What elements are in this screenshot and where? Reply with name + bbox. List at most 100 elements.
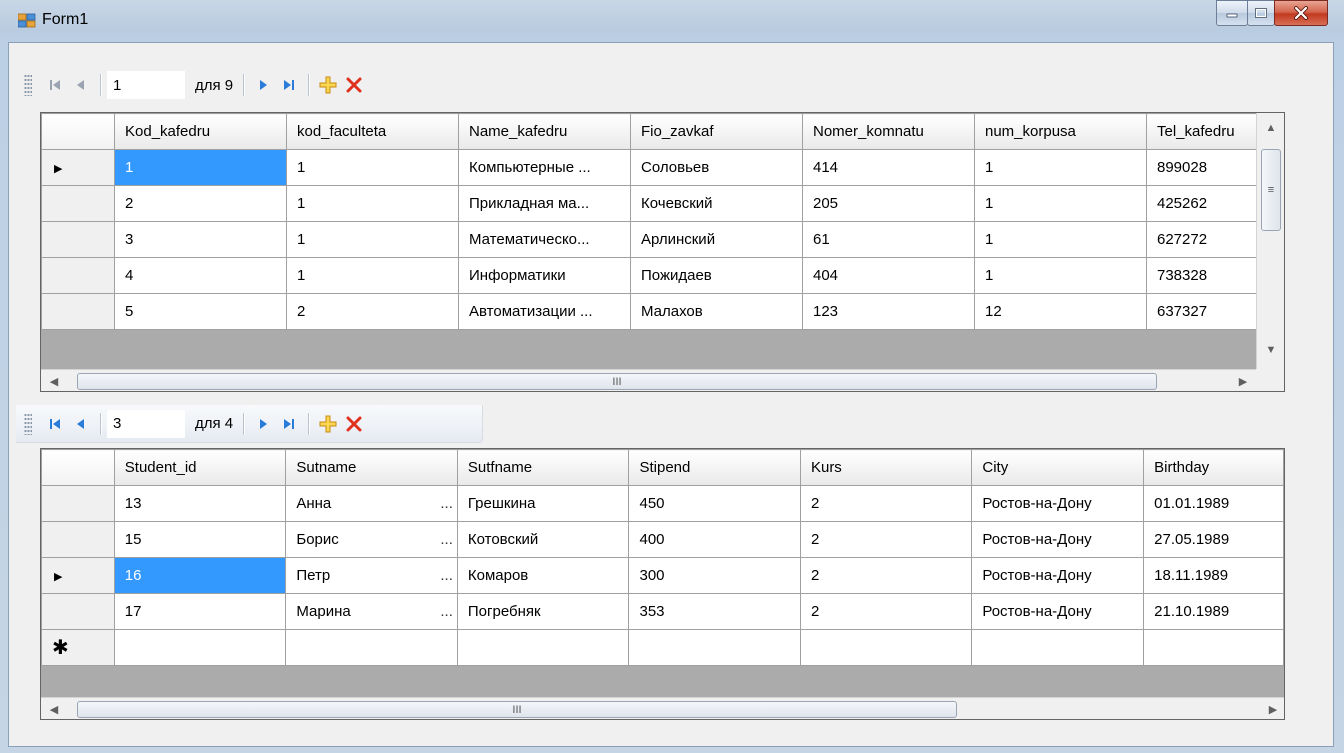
table-cell[interactable] — [456, 629, 630, 666]
row-header[interactable] — [41, 593, 115, 630]
move-previous-button[interactable] — [68, 72, 94, 98]
row-header[interactable] — [41, 293, 115, 330]
add-new-button[interactable] — [315, 72, 341, 98]
move-first-button[interactable] — [42, 72, 68, 98]
row-header[interactable] — [41, 221, 115, 258]
row-header[interactable]: ▶ — [41, 149, 115, 186]
table-cell[interactable]: 5 — [114, 293, 287, 330]
move-last-button[interactable] — [276, 411, 302, 437]
column-header[interactable]: Sutname — [285, 449, 458, 486]
row-header[interactable] — [41, 485, 115, 522]
move-previous-button[interactable] — [68, 411, 94, 437]
horizontal-scrollbar[interactable]: ◀ III ▶ — [41, 369, 1256, 391]
table-cell[interactable]: 637327 — [1146, 293, 1257, 330]
add-new-button[interactable] — [315, 411, 341, 437]
table-cell[interactable]: 425262 — [1146, 185, 1257, 222]
table-cell[interactable]: 1 — [286, 257, 459, 294]
scroll-right-arrow-icon[interactable]: ▶ — [1232, 370, 1254, 391]
table-cell[interactable]: Пожидаев — [630, 257, 803, 294]
table-cell[interactable]: 16 — [113, 557, 287, 594]
table-cell[interactable]: Котовский — [456, 521, 630, 558]
table-cell[interactable]: 1 — [286, 221, 459, 258]
table-cell[interactable]: Петр... — [285, 557, 458, 594]
move-last-button[interactable] — [276, 72, 302, 98]
table-row[interactable]: 13 Анна... Грешкина 450 2 Ростов-на-Дону… — [41, 485, 1284, 522]
table-cell[interactable] — [971, 629, 1145, 666]
column-header[interactable]: Kod_kafedru — [114, 113, 287, 150]
table-cell[interactable]: 17 — [113, 593, 287, 630]
column-header[interactable]: Sutfname — [456, 449, 630, 486]
table-cell[interactable]: Компьютерные ... — [458, 149, 631, 186]
table-cell[interactable]: 400 — [628, 521, 801, 558]
minimize-button[interactable] — [1216, 0, 1248, 26]
column-header[interactable]: Stipend — [628, 449, 801, 486]
table-cell[interactable]: 13 — [113, 485, 287, 522]
table-cell[interactable]: 1 — [286, 149, 459, 186]
scroll-up-arrow-icon[interactable]: ▲ — [1260, 117, 1282, 139]
table-cell[interactable]: Анна... — [285, 485, 458, 522]
column-header[interactable]: Name_kafedru — [458, 113, 631, 150]
table-cell[interactable]: Комаров — [456, 557, 630, 594]
table-row[interactable]: ▶ 16 Петр... Комаров 300 2 Ростов-на-Дон… — [41, 557, 1284, 594]
table-cell[interactable]: Ростов-на-Дону — [971, 593, 1145, 630]
table-cell[interactable]: Ростов-на-Дону — [971, 557, 1145, 594]
table-cell[interactable]: 21.10.1989 — [1143, 593, 1284, 630]
row-header[interactable] — [41, 521, 115, 558]
table-cell[interactable] — [113, 629, 287, 666]
table-cell[interactable]: 1 — [286, 185, 459, 222]
table-cell[interactable] — [1143, 629, 1284, 666]
table-cell[interactable]: 414 — [802, 149, 975, 186]
vertical-scrollbar[interactable]: ▲ ≡ ▼ — [1256, 113, 1284, 369]
table-cell[interactable]: 450 — [628, 485, 801, 522]
table-row[interactable]: 17 Марина... Погребняк 353 2 Ростов-на-Д… — [41, 593, 1284, 630]
table-cell[interactable] — [628, 629, 801, 666]
table-row[interactable]: 15 Борис... Котовский 400 2 Ростов-на-До… — [41, 521, 1284, 558]
table-cell[interactable]: 18.11.1989 — [1143, 557, 1284, 594]
delete-button[interactable] — [341, 411, 367, 437]
kafedra-data-grid[interactable]: Kod_kafedru kod_faculteta Name_kafedru F… — [40, 112, 1285, 392]
table-cell[interactable]: 27.05.1989 — [1143, 521, 1284, 558]
table-cell[interactable]: Прикладная ма... — [458, 185, 631, 222]
scroll-left-arrow-icon[interactable]: ◀ — [43, 698, 65, 719]
column-header[interactable]: Nomer_komnatu — [802, 113, 975, 150]
row-header[interactable] — [41, 257, 115, 294]
column-header[interactable]: City — [971, 449, 1145, 486]
table-cell[interactable]: 300 — [628, 557, 801, 594]
table-row[interactable]: 3 1 Математическо... Арлинский 61 1 6272… — [41, 221, 1257, 258]
position-input[interactable] — [107, 71, 185, 99]
table-cell[interactable]: 3 — [114, 221, 287, 258]
row-header-corner[interactable] — [41, 113, 115, 150]
table-cell[interactable]: Погребняк — [456, 593, 630, 630]
horizontal-scroll-thumb[interactable]: III — [77, 373, 1157, 390]
table-cell[interactable]: Автоматизации ... — [458, 293, 631, 330]
table-cell[interactable]: 61 — [802, 221, 975, 258]
table-cell[interactable]: Математическо... — [458, 221, 631, 258]
column-header[interactable]: Kurs — [799, 449, 973, 486]
column-header[interactable]: Birthday — [1143, 449, 1284, 486]
table-cell[interactable]: Марина... — [285, 593, 458, 630]
table-cell[interactable]: 12 — [974, 293, 1147, 330]
table-cell[interactable] — [799, 629, 973, 666]
table-row[interactable]: 4 1 Информатики Пожидаев 404 1 738328 — [41, 257, 1257, 294]
table-cell[interactable]: 2 — [114, 185, 287, 222]
row-header[interactable]: ✱ — [41, 629, 115, 666]
table-cell[interactable]: Кочевский — [630, 185, 803, 222]
horizontal-scrollbar[interactable]: ◀ III ▶ — [41, 697, 1284, 719]
students-data-grid[interactable]: Student_id Sutname Sutfname Stipend Kurs… — [40, 448, 1285, 720]
move-next-button[interactable] — [250, 411, 276, 437]
table-row[interactable]: 2 1 Прикладная ма... Кочевский 205 1 425… — [41, 185, 1257, 222]
table-cell[interactable]: Грешкина — [456, 485, 630, 522]
scroll-right-arrow-icon[interactable]: ▶ — [1262, 698, 1284, 719]
column-header[interactable]: Student_id — [113, 449, 287, 486]
table-cell[interactable]: 1 — [974, 149, 1147, 186]
table-cell[interactable]: Борис... — [285, 521, 458, 558]
column-header[interactable]: Fio_zavkaf — [630, 113, 803, 150]
table-cell[interactable]: 1 — [974, 185, 1147, 222]
table-cell[interactable]: 205 — [802, 185, 975, 222]
position-input[interactable] — [107, 409, 185, 438]
delete-button[interactable] — [341, 72, 367, 98]
horizontal-scroll-thumb[interactable]: III — [77, 701, 957, 718]
scroll-down-arrow-icon[interactable]: ▼ — [1260, 339, 1282, 361]
table-cell[interactable]: Малахов — [630, 293, 803, 330]
close-button[interactable] — [1274, 0, 1328, 26]
